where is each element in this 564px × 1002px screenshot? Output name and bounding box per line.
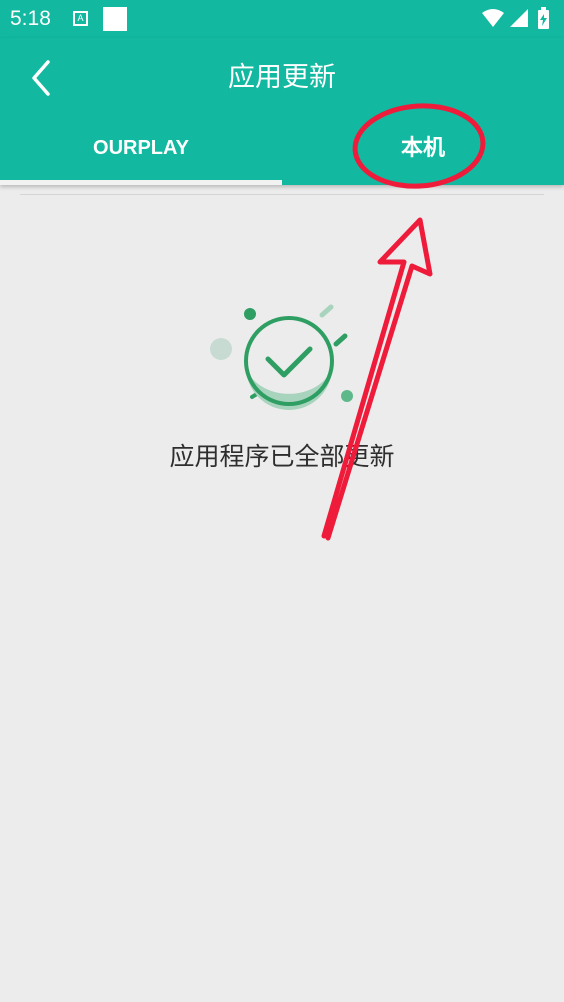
check-circle-icon	[210, 304, 353, 410]
tab-ourplay[interactable]: OURPLAY	[0, 130, 282, 184]
status-time: 5:18	[10, 7, 51, 30]
app-bar: 应用更新 OURPLAY 本机	[0, 38, 564, 185]
divider	[20, 194, 544, 195]
tab-local[interactable]: 本机	[282, 130, 564, 184]
notification-icon: A	[73, 11, 88, 26]
notification-square-icon	[103, 7, 127, 31]
page-title: 应用更新	[228, 62, 336, 93]
tab-local-label: 本机	[400, 135, 445, 160]
tab-indicator	[0, 180, 282, 185]
signal-icon	[510, 9, 528, 27]
empty-state-message: 应用程序已全部更新	[169, 442, 395, 471]
status-bar: 5:18 A	[0, 0, 564, 38]
status-icons	[482, 7, 549, 29]
battery-icon	[538, 7, 549, 29]
tab-ourplay-label: OURPLAY	[93, 137, 189, 159]
wifi-icon	[482, 9, 504, 27]
